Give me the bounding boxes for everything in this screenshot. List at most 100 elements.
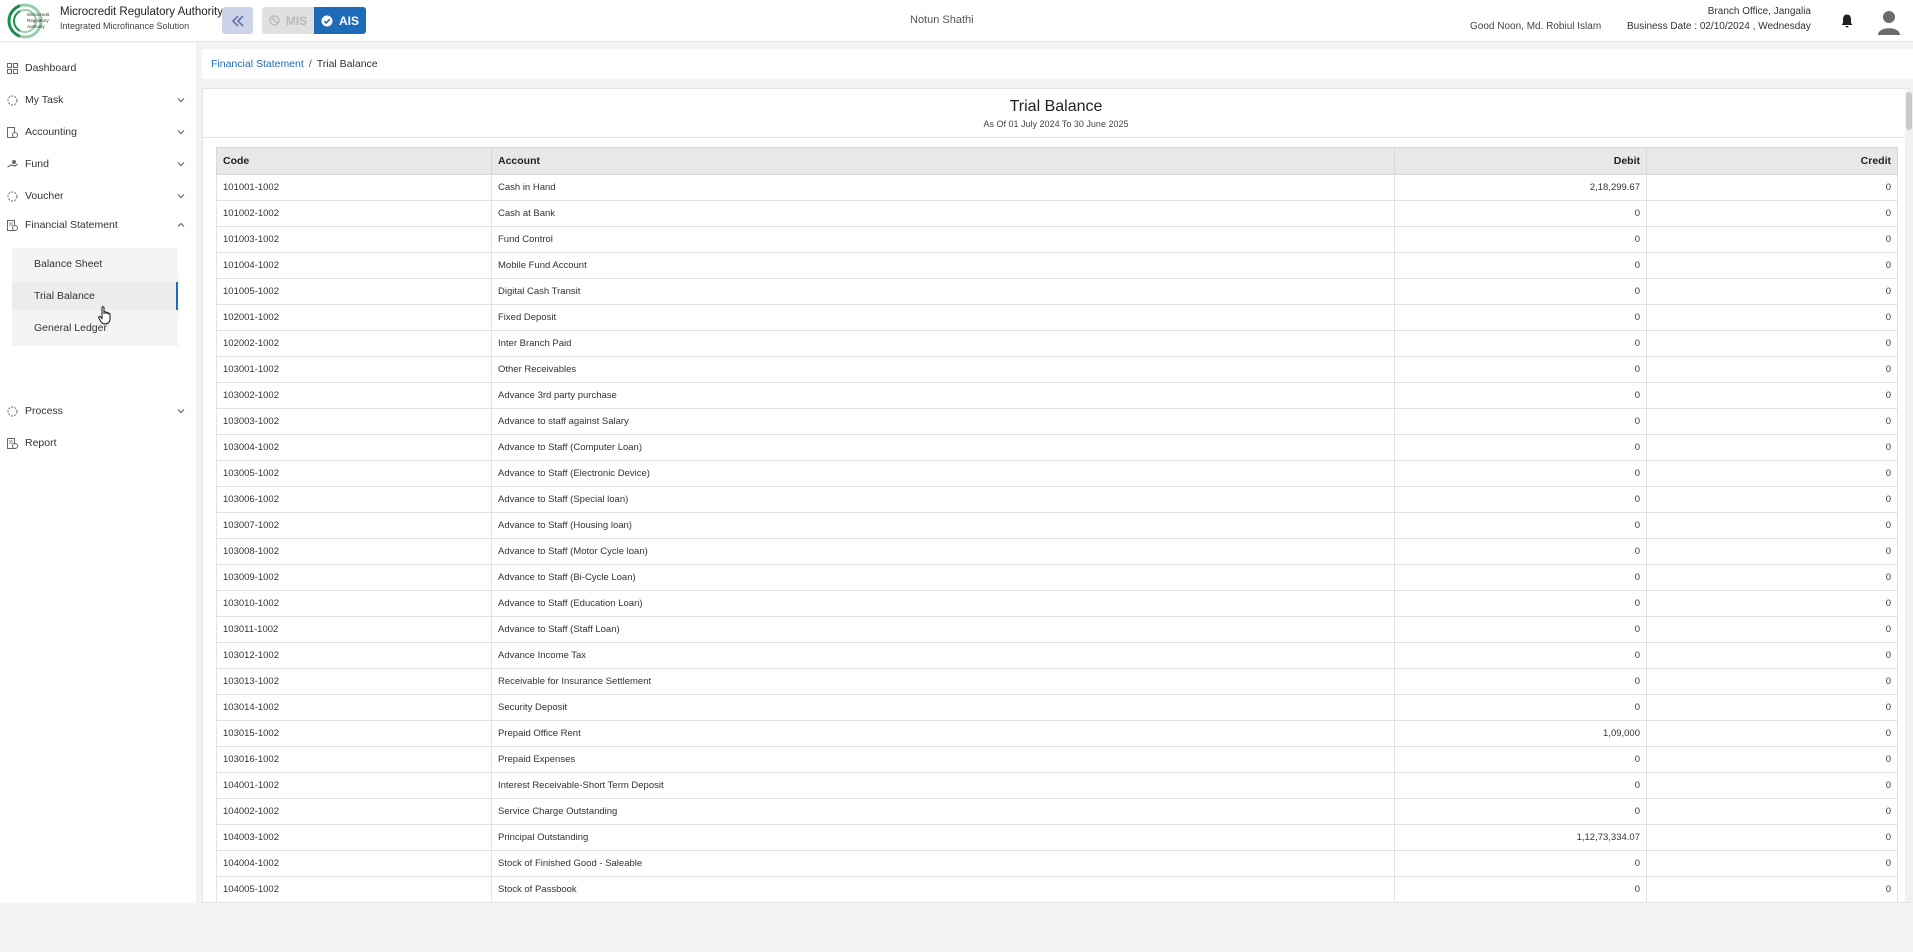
sidebar-subitem-general-ledger[interactable]: General Ledger — [12, 314, 178, 342]
cell-account: Advance to Staff (Special loan) — [491, 486, 1395, 513]
cell-code: 103010-1002 — [216, 590, 492, 617]
cell-code: 103004-1002 — [216, 434, 492, 461]
cell-account: Cash in Hand — [491, 174, 1395, 201]
sidebar-item-label: Dashboard — [25, 62, 77, 74]
task-icon — [7, 95, 18, 105]
cell-debit: 0 — [1394, 486, 1647, 513]
mis-mode-button[interactable]: MIS — [262, 7, 314, 34]
sidebar-subitem-trial-balance[interactable]: Trial Balance — [12, 282, 178, 310]
table-row: 103005-1002 Advance to Staff (Electronic … — [216, 460, 1898, 487]
table-row: 103015-1002 Prepaid Office Rent 1,09,000 0 — [216, 720, 1898, 747]
scrollbar-thumb[interactable] — [1906, 92, 1912, 130]
org-name: Microcredit Regulatory Authority — [60, 6, 223, 18]
user-avatar-icon[interactable] — [1877, 9, 1901, 35]
trial-balance-table: Code Account Debit Credit 101001-1002 Cas… — [216, 147, 1898, 902]
cell-credit: 0 — [1646, 486, 1898, 513]
table-header-row: Code Account Debit Credit — [216, 147, 1898, 175]
column-header-account: Account — [491, 147, 1395, 175]
cell-code: 104005-1002 — [216, 876, 492, 902]
table-row: 101003-1002 Fund Control 0 0 — [216, 226, 1898, 253]
breadcrumb-link-financial-statement[interactable]: Financial Statement — [211, 58, 304, 70]
cell-debit: 0 — [1394, 694, 1647, 721]
cell-credit: 0 — [1646, 564, 1898, 591]
cell-code: 103001-1002 — [216, 356, 492, 383]
sidebar-item-accounting[interactable]: Accounting — [0, 120, 190, 144]
cell-credit: 0 — [1646, 824, 1898, 851]
table-row: 104001-1002 Interest Receivable-Short Ter… — [216, 772, 1898, 799]
sidebar-subitem-balance-sheet[interactable]: Balance Sheet — [12, 250, 178, 278]
sidebar-item-dashboard[interactable]: Dashboard — [0, 56, 190, 80]
table-row: 103002-1002 Advance 3rd party purchase 0 0 — [216, 382, 1898, 409]
cell-debit: 0 — [1394, 460, 1647, 487]
sidebar-item-process[interactable]: Process — [0, 399, 190, 423]
cell-account: Security Deposit — [491, 694, 1395, 721]
cell-account: Advance to Staff (Education Loan) — [491, 590, 1395, 617]
table-row: 102002-1002 Inter Branch Paid 0 0 — [216, 330, 1898, 357]
table-row: 103012-1002 Advance Income Tax 0 0 — [216, 642, 1898, 669]
module-toggle: MIS AIS — [262, 7, 366, 34]
cell-credit: 0 — [1646, 798, 1898, 825]
cell-credit: 0 — [1646, 330, 1898, 357]
vertical-scrollbar[interactable] — [1905, 90, 1913, 902]
cell-debit: 1,09,000 — [1394, 720, 1647, 747]
cell-debit: 0 — [1394, 356, 1647, 383]
cell-account: Fixed Deposit — [491, 304, 1395, 331]
table-row: 103013-1002 Receivable for Insurance Sett… — [216, 668, 1898, 695]
bell-icon[interactable] — [1839, 13, 1855, 29]
cell-code: 103013-1002 — [216, 668, 492, 695]
cell-debit: 2,18,299.67 — [1394, 174, 1647, 201]
cell-account: Advance to Staff (Electronic Device) — [491, 460, 1395, 487]
breadcrumb-separator: / — [308, 58, 312, 70]
cell-code: 101001-1002 — [216, 174, 492, 201]
svg-text:Regulatory: Regulatory — [27, 18, 50, 23]
table-row: 103010-1002 Advance to Staff (Education L… — [216, 590, 1898, 617]
cell-code: 102001-1002 — [216, 304, 492, 331]
table-row: 103009-1002 Advance to Staff (Bi-Cycle Lo… — [216, 564, 1898, 591]
table-row: 104003-1002 Principal Outstanding 1,12,73,… — [216, 824, 1898, 851]
cell-code: 103007-1002 — [216, 512, 492, 539]
cell-account: Advance to Staff (Bi-Cycle Loan) — [491, 564, 1395, 591]
ais-mode-button[interactable]: AIS — [314, 7, 366, 34]
cell-credit: 0 — [1646, 694, 1898, 721]
cell-debit: 0 — [1394, 434, 1647, 461]
cell-debit: 0 — [1394, 538, 1647, 565]
sidebar-item-financial-statement[interactable]: Financial Statement — [0, 213, 190, 237]
double-chevron-left-icon — [231, 14, 244, 27]
cell-account: Inter Branch Paid — [491, 330, 1395, 357]
cell-account: Advance to Staff (Housing loan) — [491, 512, 1395, 539]
cell-code: 101002-1002 — [216, 200, 492, 227]
table-row: 101002-1002 Cash at Bank 0 0 — [216, 200, 1898, 227]
cell-credit: 0 — [1646, 408, 1898, 435]
cell-credit: 0 — [1646, 278, 1898, 305]
cell-debit: 0 — [1394, 200, 1647, 227]
org-subtitle: Integrated Microfinance Solution — [60, 21, 190, 31]
business-date: Business Date : 02/10/2024 , Wednesday — [1627, 21, 1811, 32]
table-row: 103006-1002 Advance to Staff (Special loa… — [216, 486, 1898, 513]
breadcrumb: Financial Statement / Trial Balance — [202, 49, 1913, 79]
sidebar-item-report[interactable]: Report — [0, 431, 190, 455]
collapse-sidebar-button[interactable] — [222, 7, 253, 34]
divider — [203, 137, 1909, 138]
sidebar-item-label: Financial Statement — [25, 219, 118, 231]
cell-code: 103005-1002 — [216, 460, 492, 487]
table-row: 102001-1002 Fixed Deposit 0 0 — [216, 304, 1898, 331]
table-row: 103016-1002 Prepaid Expenses 0 0 — [216, 746, 1898, 773]
sidebar-item-voucher[interactable]: Voucher — [0, 184, 190, 208]
cell-credit: 0 — [1646, 460, 1898, 487]
cell-debit: 0 — [1394, 772, 1647, 799]
statement-icon — [7, 219, 18, 231]
sidebar-item-my-task[interactable]: My Task — [0, 88, 190, 112]
cell-credit: 0 — [1646, 382, 1898, 409]
financial-statement-submenu: Balance Sheet Trial Balance General Ledg… — [12, 248, 178, 346]
sidebar-item-fund[interactable]: Fund — [0, 152, 190, 176]
cell-debit: 0 — [1394, 278, 1647, 305]
cell-code: 103014-1002 — [216, 694, 492, 721]
mra-logo[interactable]: Microcredit Regulatory Authority — [6, 2, 54, 40]
cell-account: Advance to staff against Salary — [491, 408, 1395, 435]
report-period: As Of 01 July 2024 To 30 June 2025 — [983, 119, 1129, 129]
cell-code: 103008-1002 — [216, 538, 492, 565]
svg-text:Authority: Authority — [27, 24, 46, 29]
cell-debit: 0 — [1394, 382, 1647, 409]
chevron-down-icon — [177, 130, 185, 135]
cell-debit: 0 — [1394, 850, 1647, 877]
